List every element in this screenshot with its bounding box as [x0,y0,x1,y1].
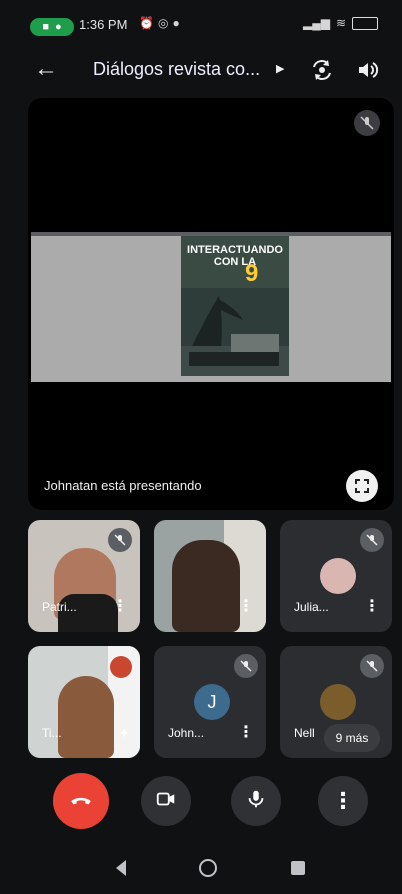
nav-recent-icon[interactable] [291,861,305,875]
system-icons: ▂▄▆ ≋ [303,16,378,30]
fullscreen-icon[interactable] [346,470,378,502]
presenter-label: Johnatan está presentando [44,478,202,493]
clock: 1:36 PM [79,17,128,32]
participant-video [172,540,240,632]
status-bar: ■ ● 1:36 PM ⏰◎● ▂▄▆ ≋ [0,0,402,44]
participant-tile[interactable]: Julia... ⋮ [280,520,392,632]
more-vertical-icon[interactable]: ⋮ [238,596,254,616]
mic-icon: ● [55,21,62,33]
more-vertical-icon[interactable]: ⋮ [238,722,254,742]
wifi-icon: ≋ [335,16,346,30]
hang-up-button[interactable] [53,773,109,829]
more-vertical-icon[interactable]: ⋮ [112,596,128,616]
speaker-icon[interactable] [355,58,379,82]
notification-icons: ⏰◎● [139,16,184,30]
participant-tile[interactable]: ⋮ [154,520,266,632]
mic-off-icon [360,654,384,678]
shared-screen: INTERACTUANDO CON LA 9 [31,232,391,382]
call-controls: ⋮ [0,773,402,836]
more-participants-badge[interactable]: 9 más [324,724,380,752]
video-toggle-button[interactable] [141,776,191,826]
mic-off-icon [234,654,258,678]
participant-tile[interactable]: Patri... ⋮ [28,520,140,632]
presentation-tile[interactable]: INTERACTUANDO CON LA 9 Johnatan está pre… [28,98,394,510]
participant-name: John... [168,726,205,740]
mic-toggle-button[interactable] [231,776,281,826]
signal-icon: ▂▄▆ [302,16,330,30]
more-vertical-icon: ⋮ [332,788,354,813]
chevron-right-icon[interactable]: ▶ [276,62,284,75]
video-camera-icon [155,788,177,815]
mic-icon [245,788,267,815]
meeting-title[interactable]: Diálogos revista co... [93,59,260,80]
back-arrow-icon[interactable]: ← [34,55,58,83]
alarm-icon: ⏰ [139,16,158,30]
battery-icon [352,16,378,30]
participant-tile[interactable]: J John... ⋮ [154,646,266,758]
mic-off-icon [354,110,380,136]
mic-off-icon [108,528,132,552]
participant-name: Ti... [42,726,62,740]
messenger-icon: ● [172,16,184,30]
cover-number: 9 [245,260,259,287]
participant-name: Julia... [294,600,329,614]
speaking-indicator-icon [110,656,132,678]
hang-up-icon [68,786,94,817]
mic-off-icon [360,528,384,552]
system-nav-bar [0,846,402,894]
participant-tile[interactable]: Ti... ✦ [28,646,140,758]
more-vertical-icon[interactable]: ⋮ [364,596,380,616]
camera-icon: ■ [42,21,49,33]
nav-back-icon[interactable] [116,860,126,876]
privacy-indicator-pill: ■ ● [30,18,74,36]
avatar [320,684,356,720]
cover-title: INTERACTUANDO CON LA [187,244,283,268]
participant-video [58,676,114,758]
sparkle-effects-icon[interactable]: ✦ [118,725,130,742]
avatar [320,558,356,594]
magazine-cover: INTERACTUANDO CON LA 9 [181,236,289,376]
participant-name: Nell [294,726,315,740]
app-bar: ← Diálogos revista co... ▶ [0,50,402,90]
more-options-button[interactable]: ⋮ [318,776,368,826]
flip-camera-icon[interactable] [310,58,334,82]
whatsapp-icon: ◎ [157,16,173,30]
avatar: J [194,684,230,720]
participant-name: Patri... [42,600,77,614]
nav-home-icon[interactable] [199,859,217,877]
